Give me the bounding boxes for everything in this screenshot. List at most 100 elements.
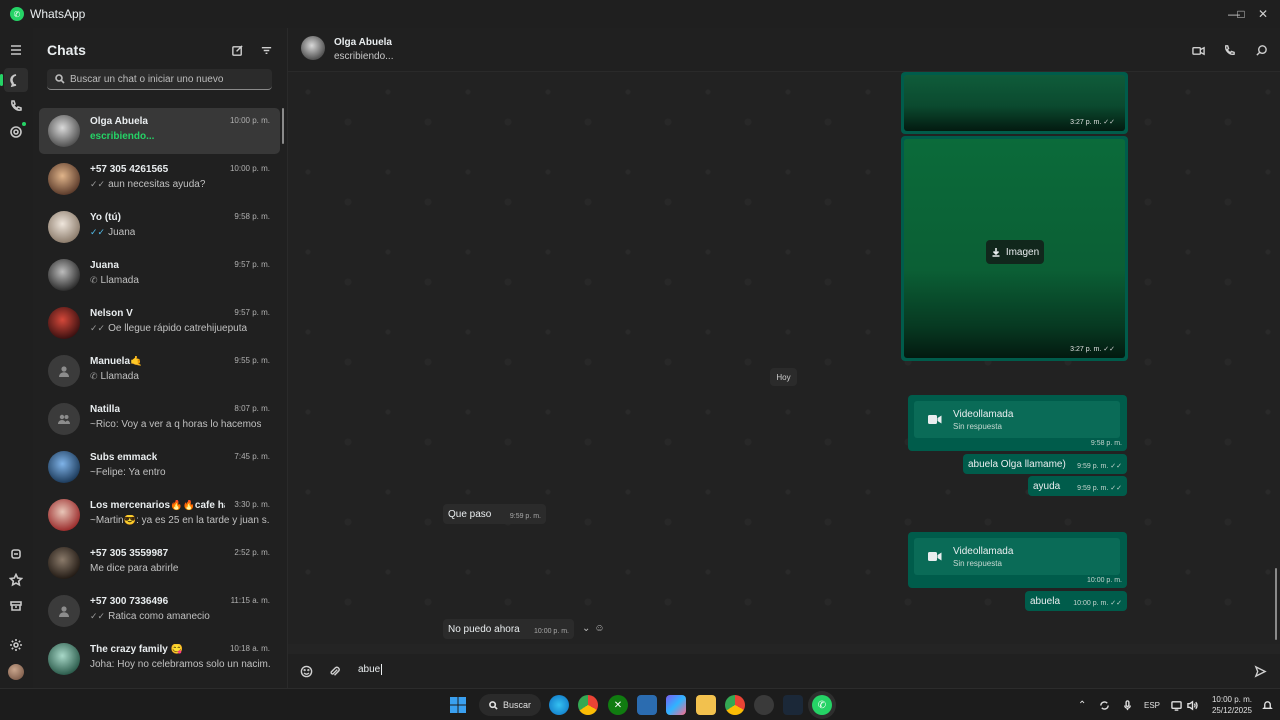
missed-video-call-message[interactable]: Videollamada Sin respuesta 9:58 p. m. — [908, 395, 1127, 451]
close-button[interactable]: ✕ — [1246, 0, 1280, 28]
chat-list-item[interactable]: +57 300 7336496 11:15 a. m. ✓✓ Ratica como … — [39, 588, 280, 634]
message-time: 9:58 p. m. — [1090, 440, 1122, 447]
chat-list-item[interactable]: The crazy family 😋 10:18 a. m. Joha: Hoy n… — [39, 636, 280, 682]
call-card: Videollamada Sin respuesta — [914, 538, 1120, 575]
download-image-button[interactable]: Imagen — [986, 240, 1044, 264]
search-messages-button[interactable] — [1251, 40, 1271, 60]
chat-time: 10:00 p. m. — [229, 116, 270, 125]
chat-name: Olga Abuela — [90, 116, 148, 127]
taskbar-search[interactable]: Buscar — [479, 694, 541, 716]
emoji-button[interactable] — [297, 662, 315, 680]
chat-list-item[interactable]: Manuela🤙 9:55 p. m. ✆ Llamada — [39, 348, 280, 394]
read-receipt-icon: ✓✓ — [90, 227, 106, 237]
chevron-up-icon[interactable]: ⌃ — [1078, 700, 1086, 711]
incoming-message[interactable]: No puedo ahora 10:00 p. m. — [443, 619, 574, 639]
chat-list-item[interactable]: Nelson V 9:57 p. m. ✓✓ Oe llegue rápido cat… — [39, 300, 280, 346]
chat-preview: ✓✓ Oe llegue rápido catrehijueputa — [90, 323, 247, 334]
chat-list-scrollbar[interactable] — [282, 108, 284, 144]
notifications-icon[interactable] — [1262, 689, 1273, 720]
chat-name: Yo (tú) — [90, 212, 121, 223]
file-explorer-icon[interactable] — [696, 695, 716, 715]
chat-preview-text: ~Martin😎: ya es 25 en la tarde y juan s.… — [90, 515, 270, 526]
chat-preview: ~Martin😎: ya es 25 en la tarde y juan s.… — [90, 515, 270, 526]
copilot-icon[interactable] — [666, 695, 686, 715]
chat-time: 9:57 p. m. — [234, 308, 270, 317]
chat-preview: ✆ Llamada — [90, 275, 139, 286]
new-chat-button[interactable] — [227, 40, 247, 60]
archive-icon — [10, 601, 22, 611]
search-icon — [1255, 44, 1267, 56]
message-input[interactable]: abue — [358, 664, 383, 675]
filter-button[interactable] — [256, 40, 276, 60]
chat-list-item[interactable]: Los mercenarios🔥🔥cafe ha... 3:30 p. m. ~Ma… — [39, 492, 280, 538]
xbox-icon[interactable]: ✕ — [608, 695, 628, 715]
incoming-message[interactable]: Que paso 9:59 p. m. — [443, 504, 546, 524]
whatsapp-taskbar-icon[interactable]: ✆ — [812, 695, 832, 715]
chat-list-item[interactable]: Subs emmack 7:45 p. m. ~Felipe: Ya entro — [39, 444, 280, 490]
chat-avatar — [48, 451, 80, 483]
chat-list-item[interactable]: Natilla 8:07 p. m. ~Rico: Voy a ver a q ho… — [39, 396, 280, 442]
image-message[interactable]: 3:27 p. m. ✓✓ — [901, 72, 1128, 134]
attach-button[interactable] — [325, 662, 343, 680]
outgoing-message[interactable]: abuela Olga llamame) 9:59 p. m. ✓✓ — [963, 454, 1127, 474]
send-button[interactable] — [1251, 662, 1269, 680]
title-bar: ✆ WhatsApp — □ ✕ — [0, 0, 1280, 28]
chat-preview: ✆ Llamada — [90, 371, 139, 382]
chat-name: Los mercenarios🔥🔥cafe ha... — [90, 500, 225, 511]
missed-video-call-message[interactable]: Videollamada Sin respuesta 10:00 p. m. — [908, 532, 1127, 588]
app-icon[interactable] — [754, 695, 774, 715]
chat-preview: Joha: Hoy no celebramos solo un nacim... — [90, 659, 270, 670]
volume-icon[interactable] — [1187, 689, 1198, 720]
window-title: WhatsApp — [30, 7, 86, 21]
starred-button[interactable] — [4, 568, 28, 592]
language-indicator[interactable]: ESP — [1144, 689, 1160, 720]
chat-list-item[interactable]: +57 305 3559987 2:52 p. m. Me dice para ab… — [39, 540, 280, 586]
chat-name: Juana — [90, 260, 119, 271]
chat-name: Manuela🤙 — [90, 356, 143, 367]
chevron-down-icon[interactable]: ⌄ — [582, 623, 590, 634]
settings-button[interactable] — [4, 633, 28, 657]
call-card: Videollamada Sin respuesta — [914, 401, 1120, 438]
hamburger-icon — [11, 45, 21, 55]
chat-preview-text: Me dice para abrirle — [90, 563, 179, 574]
chrome-icon[interactable] — [578, 695, 598, 715]
status-nav-button[interactable] — [4, 120, 28, 144]
image-message[interactable]: Imagen 3:27 p. m. ✓✓ — [901, 136, 1128, 361]
chats-title: Chats — [47, 42, 86, 58]
chats-nav-button[interactable] — [0, 68, 28, 92]
meta-ai-button[interactable] — [4, 542, 28, 566]
conversation-scrollbar[interactable] — [1275, 568, 1277, 640]
search-input[interactable]: Buscar un chat o iniciar uno nuevo — [47, 69, 272, 90]
chat-list-item[interactable]: Juana 9:57 p. m. ✆ Llamada — [39, 252, 280, 298]
voice-call-button[interactable] — [1219, 40, 1239, 60]
sync-icon[interactable] — [1099, 689, 1110, 720]
profile-button[interactable] — [4, 660, 28, 684]
chat-list-item[interactable]: +57 305 4261565 10:00 p. m. ✓✓ aun necesita… — [39, 156, 280, 202]
video-call-button[interactable] — [1188, 40, 1208, 60]
chat-time: 10:00 p. m. — [229, 164, 270, 173]
delivered-icon: ✓✓ — [90, 611, 106, 621]
contact-avatar[interactable] — [301, 36, 325, 60]
network-icon[interactable] — [1171, 689, 1182, 720]
message-time: 10:00 p. m. — [1086, 577, 1122, 584]
outgoing-message[interactable]: abuela 10:00 p. m. ✓✓ — [1025, 591, 1127, 611]
chat-list-item[interactable]: Yo (tú) 9:58 p. m. ✓✓ Juana — [39, 204, 280, 250]
menu-button[interactable] — [4, 38, 28, 62]
chat-preview: ✓✓ aun necesitas ayuda? — [90, 179, 205, 190]
emoji-react-icon[interactable]: ☺ — [594, 623, 604, 634]
ai-icon — [11, 549, 21, 559]
outgoing-message[interactable]: ayuda 9:59 p. m. ✓✓ — [1028, 476, 1127, 496]
calls-nav-button[interactable] — [4, 94, 28, 118]
conversation-header[interactable]: Olga Abuela escribiendo... — [288, 28, 1280, 72]
edge-icon[interactable] — [549, 695, 569, 715]
chat-list-item[interactable]: Olga Abuela 10:00 p. m. escribiendo... — [39, 108, 280, 154]
chat-name: Natilla — [90, 404, 121, 415]
microphone-icon[interactable] — [1122, 689, 1133, 720]
archived-button[interactable] — [4, 594, 28, 618]
start-button[interactable] — [448, 695, 468, 715]
system-clock[interactable]: 10:00 p. m. 25/12/2025 — [1208, 694, 1252, 716]
steam-icon[interactable] — [783, 695, 803, 715]
chrome-profile-icon[interactable] — [725, 695, 745, 715]
photos-icon[interactable] — [637, 695, 657, 715]
person-icon — [59, 366, 69, 377]
